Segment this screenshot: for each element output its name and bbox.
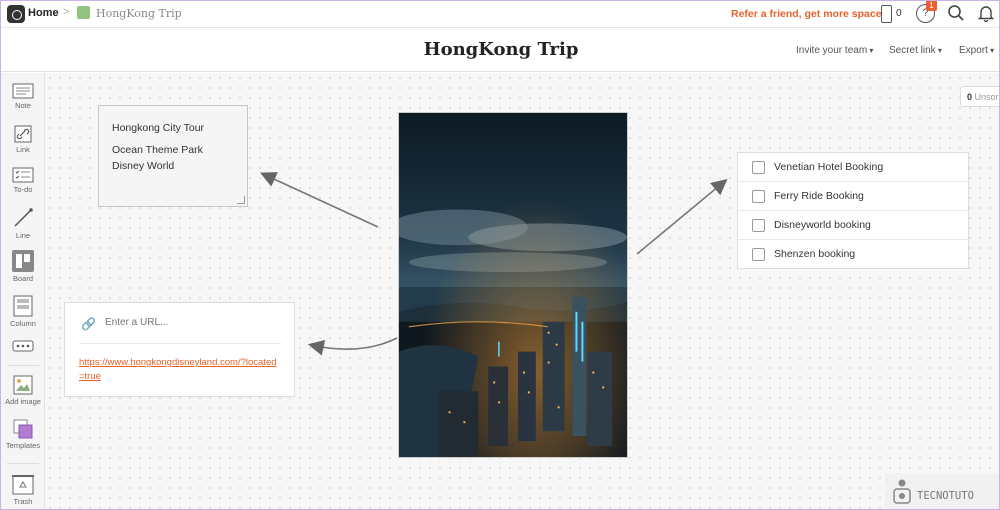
unsorted-count: 0 — [967, 92, 973, 102]
todo-list[interactable]: Venetian Hotel Booking Ferry Ride Bookin… — [737, 152, 969, 269]
todo-item[interactable]: Ferry Ride Booking — [738, 182, 968, 211]
arrow-to-link[interactable] — [307, 337, 398, 356]
hongkong-city-photo[interactable] — [398, 112, 628, 458]
todo-checkbox[interactable] — [752, 248, 765, 261]
todo-label: Shenzen booking — [774, 248, 856, 260]
note-line: Hongkong City Tour — [112, 122, 205, 134]
watermark-logo-icon — [893, 479, 911, 504]
unsorted-label: Unsor — [974, 92, 999, 102]
watermark: TECNOTUTO — [885, 473, 999, 509]
resize-handle[interactable] — [237, 196, 245, 204]
todo-label: Venetian Hotel Booking — [774, 161, 884, 173]
todo-item[interactable]: Shenzen booking — [738, 240, 968, 269]
todo-checkbox[interactable] — [752, 161, 765, 174]
todo-checkbox[interactable] — [752, 190, 765, 203]
link-card[interactable]: 🔗 https://www.hongkongdisneyland.com/?lo… — [64, 302, 295, 397]
todo-item[interactable]: Venetian Hotel Booking — [738, 153, 968, 182]
todo-item[interactable]: Disneyworld booking — [738, 211, 968, 240]
note-line: Ocean Theme Park Disney World — [112, 144, 203, 172]
note-card[interactable]: Hongkong City Tour Ocean Theme Park Disn… — [98, 105, 248, 207]
todo-label: Disneyworld booking — [774, 219, 871, 231]
todo-label: Ferry Ride Booking — [774, 190, 864, 202]
link-url[interactable]: https://www.hongkongdisneyland.com/?loca… — [79, 356, 279, 384]
url-input[interactable] — [105, 317, 280, 328]
arrow-to-note[interactable] — [260, 172, 379, 228]
link-icon: 🔗 — [81, 317, 96, 331]
app-window: Home > HongKong Trip Refer a friend, get… — [0, 0, 1000, 510]
unsorted-button[interactable]: 0 Unsor — [960, 86, 999, 107]
todo-checkbox[interactable] — [752, 219, 765, 232]
watermark-text: TECNOTUTO — [917, 490, 974, 502]
arrow-to-todo[interactable] — [636, 178, 728, 255]
